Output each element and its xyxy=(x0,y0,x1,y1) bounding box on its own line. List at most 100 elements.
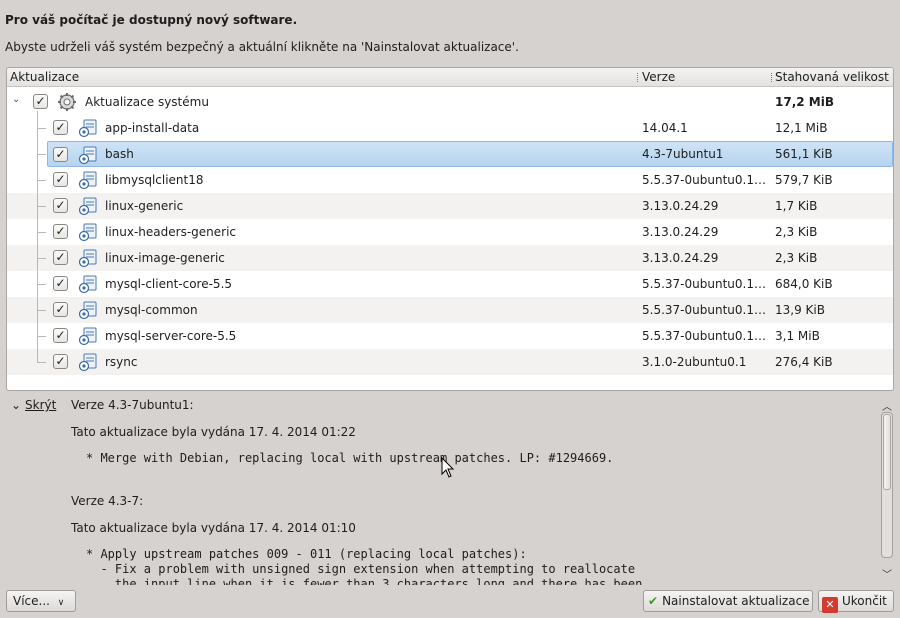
package-checkbox[interactable]: ✓ xyxy=(53,354,68,369)
quit-button[interactable]: ✕ Ukončit xyxy=(818,590,894,613)
tree-branch-line xyxy=(37,362,46,363)
package-row[interactable]: ✓ mysql-common 5.5.37-0ubuntu0.14.... 13,9 … xyxy=(7,297,893,323)
scroll-track[interactable] xyxy=(881,412,893,558)
package-version: 5.5.37-0ubuntu0.14.... xyxy=(642,277,768,291)
package-checkbox[interactable]: ✓ xyxy=(53,172,68,187)
package-name: rsync xyxy=(105,355,138,369)
package-version: 5.5.37-0ubuntu0.14.... xyxy=(642,329,768,343)
package-row[interactable]: ✓ linux-image-generic 3.13.0.24.29 2,3 KiB xyxy=(7,245,893,271)
more-label: Více... xyxy=(13,594,50,608)
column-separator[interactable] xyxy=(637,73,638,82)
group-row-system-updates[interactable]: ⌄ ✓ Aktualizace systému 17,2 MiB xyxy=(7,89,893,115)
package-name: linux-generic xyxy=(105,199,184,213)
package-row[interactable]: ✓ libmysqlclient18 5.5.37-0ubuntu0.14.... 5… xyxy=(7,167,893,193)
package-icon xyxy=(78,171,97,190)
package-version: 3.13.0.24.29 xyxy=(642,225,719,239)
package-row[interactable]: ✓ mysql-server-core-5.5 5.5.37-0ubuntu0.14… xyxy=(7,323,893,349)
package-version: 5.5.37-0ubuntu0.14.... xyxy=(642,303,768,317)
column-header-size[interactable]: Stahovaná velikost xyxy=(775,70,889,84)
quit-label: Ukončit xyxy=(842,594,887,608)
subheading: Abyste udrželi váš systém bezpečný a akt… xyxy=(5,40,519,54)
changelog-line: * Apply upstream patches 009 - 011 (repl… xyxy=(86,547,527,561)
details-scrollbar[interactable]: ︿ ﹀ xyxy=(881,398,893,582)
package-icon xyxy=(78,119,97,138)
package-row[interactable]: ✓ bash 4.3-7ubuntu1 561,1 KiB xyxy=(47,141,893,167)
package-checkbox[interactable]: ✓ xyxy=(53,302,68,317)
tree-branch-line xyxy=(37,310,46,311)
package-name: libmysqlclient18 xyxy=(105,173,204,187)
package-name: app-install-data xyxy=(105,121,200,135)
package-size: 2,3 KiB xyxy=(775,251,818,265)
updates-tree[interactable]: Aktualizace Verze Stahovaná velikost ⌄ ✓… xyxy=(6,67,894,391)
tree-branch-line xyxy=(37,232,46,233)
gear-icon xyxy=(58,93,76,111)
package-checkbox[interactable]: ✓ xyxy=(53,328,68,343)
package-checkbox[interactable]: ✓ xyxy=(53,120,68,135)
package-size: 276,4 KiB xyxy=(775,355,833,369)
install-label: Nainstalovat aktualizace xyxy=(662,594,810,608)
group-checkbox[interactable]: ✓ xyxy=(33,94,48,109)
scroll-up-icon[interactable]: ︿ xyxy=(881,398,893,413)
version-title: Verze 4.3-7: xyxy=(71,494,144,508)
collapse-chevron-icon[interactable]: ⌄ xyxy=(12,94,20,105)
heading: Pro váš počítač je dostupný nový softwar… xyxy=(5,13,298,27)
release-date: Tato aktualizace byla vydána 17. 4. 2014… xyxy=(71,521,356,535)
install-updates-button[interactable]: ✔ Nainstalovat aktualizace xyxy=(643,590,813,612)
package-name: linux-image-generic xyxy=(105,251,225,265)
package-icon xyxy=(78,327,97,346)
package-checkbox[interactable]: ✓ xyxy=(53,147,68,162)
details-pane[interactable]: ⌄ Skrýt Verze 4.3-7ubuntu1: Tato aktualiz… xyxy=(6,395,894,585)
group-label: Aktualizace systému xyxy=(85,95,209,109)
column-header-name[interactable]: Aktualizace xyxy=(10,70,79,84)
tree-guide-line xyxy=(37,111,38,362)
package-name: mysql-common xyxy=(105,303,198,317)
tree-branch-line xyxy=(37,258,46,259)
package-row[interactable]: ✓ linux-generic 3.13.0.24.29 1,7 KiB xyxy=(7,193,893,219)
package-checkbox[interactable]: ✓ xyxy=(53,250,68,265)
scroll-thumb[interactable] xyxy=(883,414,891,490)
package-checkbox[interactable]: ✓ xyxy=(53,198,68,213)
changelog-line: * Merge with Debian, replacing local wit… xyxy=(86,451,614,465)
package-version: 3.1.0-2ubuntu0.1 xyxy=(642,355,747,369)
chevron-down-icon: ⌄ xyxy=(11,398,22,412)
package-name: bash xyxy=(105,147,134,161)
tree-header: Aktualizace Verze Stahovaná velikost xyxy=(7,68,893,87)
package-version: 3.13.0.24.29 xyxy=(642,251,719,265)
tree-branch-line xyxy=(37,180,46,181)
tree-branch-line xyxy=(37,128,46,129)
package-icon xyxy=(78,353,97,372)
package-checkbox[interactable]: ✓ xyxy=(53,224,68,239)
changelog-line: - Fix a problem with unsigned sign exten… xyxy=(86,562,636,576)
package-row[interactable]: ✓ linux-headers-generic 3.13.0.24.29 2,3 Ki… xyxy=(7,219,893,245)
chevron-down-icon: ∨ xyxy=(57,598,65,608)
hide-details-toggle[interactable]: ⌄ Skrýt xyxy=(11,398,56,412)
tree-branch-line xyxy=(37,154,46,155)
package-version: 14.04.1 xyxy=(642,121,688,135)
package-row[interactable]: ✓ rsync 3.1.0-2ubuntu0.1 276,4 KiB xyxy=(7,349,893,375)
version-title: Verze 4.3-7ubuntu1: xyxy=(71,398,194,412)
package-row[interactable]: ✓ app-install-data 14.04.1 12,1 MiB xyxy=(7,115,893,141)
group-size: 17,2 MiB xyxy=(775,95,834,109)
column-header-version[interactable]: Verze xyxy=(642,70,675,84)
package-version: 4.3-7ubuntu1 xyxy=(642,147,724,161)
column-separator[interactable] xyxy=(771,73,772,82)
package-name: linux-headers-generic xyxy=(105,225,237,239)
package-icon xyxy=(78,275,97,294)
mouse-cursor-icon xyxy=(441,457,455,478)
package-row[interactable]: ✓ mysql-client-core-5.5 5.5.37-0ubuntu0.14… xyxy=(7,271,893,297)
package-checkbox[interactable]: ✓ xyxy=(53,276,68,291)
tree-branch-line xyxy=(37,206,46,207)
checkmark-icon: ✔ xyxy=(648,594,659,608)
package-version: 5.5.37-0ubuntu0.14.... xyxy=(642,173,768,187)
package-icon xyxy=(78,301,97,320)
package-name: mysql-server-core-5.5 xyxy=(105,329,237,343)
more-button[interactable]: Více... ∨ xyxy=(6,590,76,612)
tree-branch-line xyxy=(37,336,46,337)
tree-branch-line xyxy=(37,284,46,285)
package-size: 2,3 KiB xyxy=(775,225,818,239)
package-size: 1,7 KiB xyxy=(775,199,818,213)
package-size: 579,7 KiB xyxy=(775,173,833,187)
hide-label: Skrýt xyxy=(25,398,57,412)
scroll-down-icon[interactable]: ﹀ xyxy=(881,566,893,581)
package-size: 3,1 MiB xyxy=(775,329,820,343)
